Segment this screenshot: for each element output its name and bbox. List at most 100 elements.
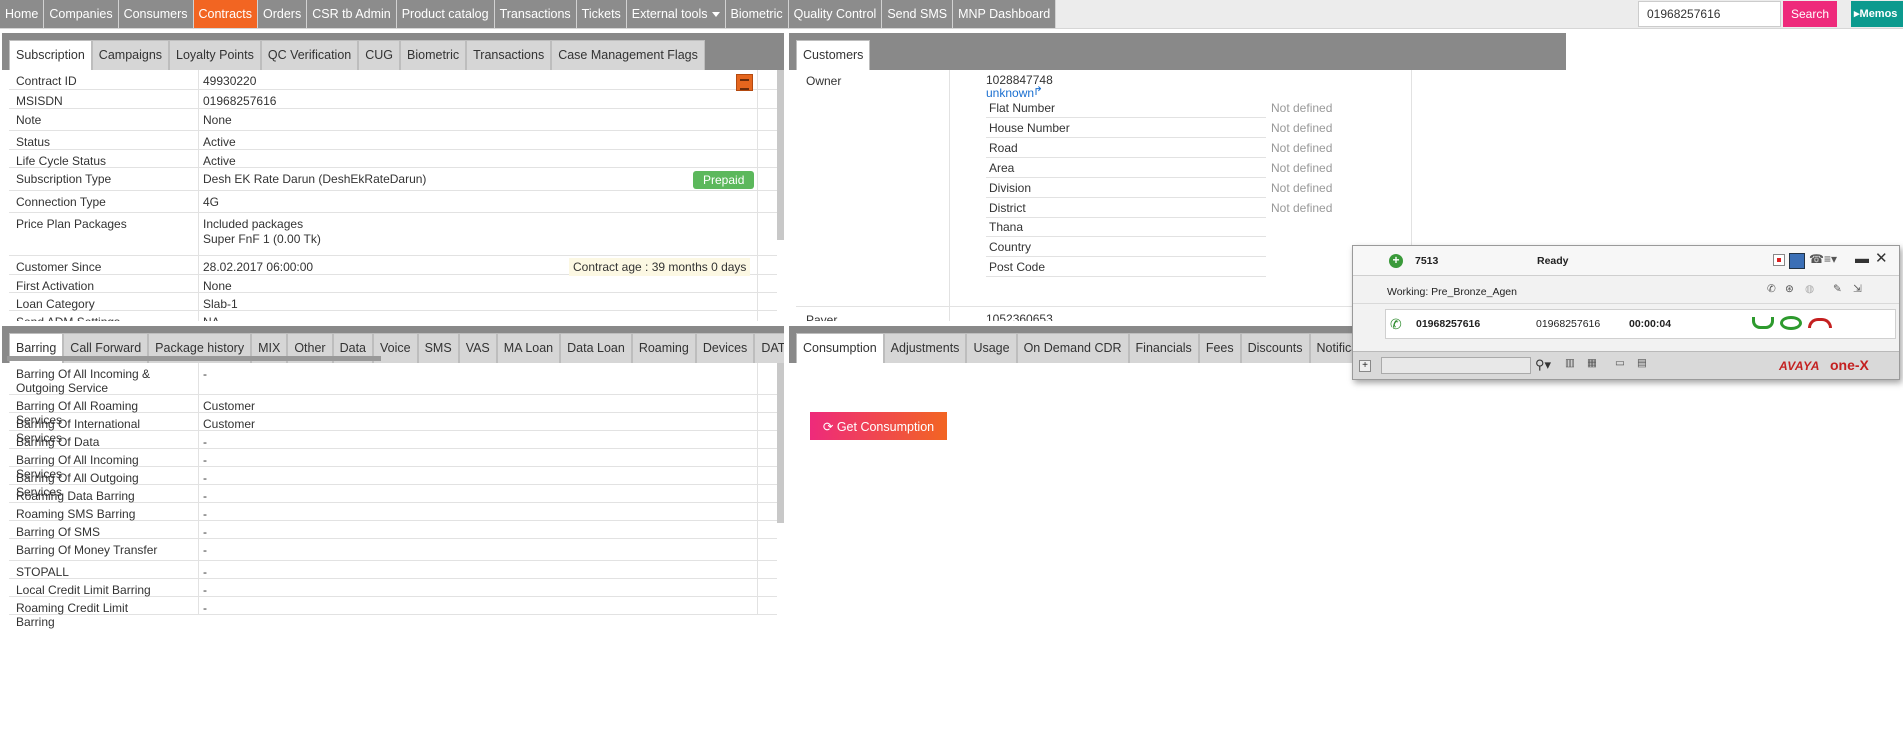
note-icon[interactable]: ✎ <box>1833 283 1842 295</box>
column-divider <box>198 168 199 190</box>
tab-transactions[interactable]: Transactions <box>466 40 552 70</box>
address-divider <box>986 136 1266 138</box>
tab-roaming[interactable]: Roaming <box>631 333 696 363</box>
column-divider <box>757 131 758 149</box>
barring-tabs-scroll[interactable] <box>7 356 381 361</box>
nav-item-biometric[interactable]: Biometric <box>725 0 789 28</box>
hold-icon[interactable] <box>1752 317 1774 329</box>
subscription-panel: Subscription Campaigns Loyalty Points QC Ve… <box>2 33 784 321</box>
conference-icon[interactable]: ⊛ <box>1785 283 1794 295</box>
tab-qc-verification[interactable]: QC Verification <box>260 40 359 70</box>
tab-cug[interactable]: CUG <box>358 40 401 70</box>
tab-campaigns[interactable]: Campaigns <box>91 40 170 70</box>
column-divider <box>757 109 758 130</box>
row-label: Loan Category <box>16 297 95 311</box>
column-divider <box>198 363 199 394</box>
tab-discounts[interactable]: Discounts <box>1240 333 1310 363</box>
window-icon[interactable]: ▭ <box>1615 357 1625 369</box>
history-icon[interactable]: ▤ <box>1637 357 1647 369</box>
nav-item-tickets[interactable]: Tickets <box>576 0 627 28</box>
tab-data-loan[interactable]: Data Loan <box>560 333 632 363</box>
nav-item-consumers[interactable]: Consumers <box>118 0 194 28</box>
search-button[interactable]: Search <box>1783 1 1837 27</box>
tab-sms[interactable]: SMS <box>417 333 459 363</box>
dial-search-icon[interactable]: ⚲▾ <box>1535 357 1551 373</box>
column-divider <box>198 256 199 274</box>
tab-loyalty-points[interactable]: Loyalty Points <box>169 40 261 70</box>
barring-row-barring-of-all-outgoing-services: Barring Of All Outgoing Services - <box>9 467 777 499</box>
expand-icon[interactable]: + <box>1359 360 1371 372</box>
customers-tabbar: Customers <box>789 33 1566 70</box>
detail-row-contract-id: Contract ID 49930220 <box>9 70 777 91</box>
nav-item-orders[interactable]: Orders <box>258 0 308 28</box>
tab-devices[interactable]: Devices <box>695 333 755 363</box>
redirect-icon: ↱ <box>1033 84 1044 98</box>
barring-row-stopall: STOPALL - <box>9 561 777 579</box>
nav-item-external-tools[interactable]: External tools <box>626 0 726 28</box>
detail-row-connection-type: Connection Type4GChange <box>9 191 777 213</box>
row-value-line: NA <box>203 315 220 321</box>
microphone-icon[interactable] <box>1789 253 1805 269</box>
contract-icon[interactable] <box>736 74 753 91</box>
address-divider <box>986 117 1266 118</box>
dial-input[interactable] <box>1381 357 1531 374</box>
row-label: Barring Of All Incoming & Outgoing Servi… <box>16 367 151 395</box>
row-label: Status <box>16 135 51 149</box>
owner-name-link[interactable]: unknown <box>986 86 1034 100</box>
tab-usage[interactable]: Usage <box>966 333 1017 363</box>
nav-item-companies[interactable]: Companies <box>44 0 119 28</box>
tab-adjustments[interactable]: Adjustments <box>883 333 967 363</box>
retrieve-icon[interactable] <box>1780 316 1802 330</box>
tab-customers[interactable]: Customers <box>796 40 871 70</box>
hang-up-icon[interactable] <box>1808 318 1832 328</box>
barring-scrollbar[interactable] <box>777 363 784 523</box>
top-navigation: Home Companies Consumers Contracts Orders CSR… <box>0 0 1903 29</box>
active-call-row[interactable]: ✆ 01968257616 01968257616 00:00:04 <box>1385 309 1896 339</box>
nav-item-quality-control[interactable]: Quality Control <box>788 0 883 28</box>
tab-data-social[interactable]: DATA SOCIAL <box>754 333 784 363</box>
contacts-icon[interactable]: ▥ <box>1565 357 1575 369</box>
nav-item-label: Tickets <box>581 7 621 21</box>
nav-item-send-sms[interactable]: Send SMS <box>882 0 954 28</box>
contract-age: Contract age : 39 months 0 days <box>569 258 751 276</box>
search-input[interactable] <box>1638 1 1781 27</box>
address-label-area: Area <box>989 160 1015 175</box>
tab-subscription[interactable]: Subscription <box>9 40 92 70</box>
barring-row-roaming-sms-barring: Roaming SMS Barring - <box>9 503 777 521</box>
tab-vas[interactable]: VAS <box>458 333 497 363</box>
nav-item-contracts[interactable]: Contracts <box>193 0 258 28</box>
nav-item-csr-tb-admin[interactable]: CSR tb Admin <box>307 0 397 28</box>
add-call-icon[interactable]: + <box>1389 254 1403 268</box>
minimize-icon[interactable]: ▬ <box>1855 250 1869 266</box>
tab-consumption[interactable]: Consumption <box>796 333 884 363</box>
dialpad-icon[interactable]: ▦ <box>1587 357 1597 369</box>
tab-financials[interactable]: Financials <box>1128 333 1199 363</box>
chat-icon[interactable]: ◍ <box>1805 283 1814 295</box>
row-value-line: 28.02.2017 06:00:00 <box>203 260 314 274</box>
tab-ma-loan[interactable]: MA Loan <box>496 333 561 363</box>
row-label: Barring Of SMS <box>16 525 101 539</box>
subscription-scrollbar[interactable] <box>777 70 784 240</box>
incoming-call-icon: ✆ <box>1390 316 1402 332</box>
memos-button[interactable]: ▸Memos <box>1851 1 1903 27</box>
get-consumption-button[interactable]: ⟳ Get Consumption <box>810 412 947 440</box>
address-divider <box>986 276 1266 278</box>
row-label: Barring Of Money Transfer <box>16 543 158 557</box>
tab-fees[interactable]: Fees <box>1198 333 1241 363</box>
row-value: Customer <box>203 417 256 431</box>
export-icon[interactable]: ⇲ <box>1853 283 1862 295</box>
tab-case-management-flags[interactable]: Case Management Flags <box>551 40 705 70</box>
tab-biometric[interactable]: Biometric <box>400 40 467 70</box>
stop-icon[interactable] <box>1773 254 1785 266</box>
nav-item-product-catalog[interactable]: Product catalog <box>396 0 495 28</box>
row-value-line: Slab-1 <box>203 297 238 311</box>
close-icon[interactable]: ✕ <box>1875 249 1888 267</box>
nav-item-home[interactable]: Home <box>0 0 45 28</box>
phone-settings-icon[interactable]: ☎≡▾ <box>1809 252 1837 266</box>
nav-item-mnp-dashboard[interactable]: MNP Dashboard <box>953 0 1057 28</box>
row-value-line: 01968257616 <box>203 94 277 108</box>
tab-on-demand-cdr[interactable]: On Demand CDR <box>1016 333 1129 363</box>
transfer-icon[interactable]: ✆ <box>1767 283 1776 295</box>
row-label: Barring Of Data <box>16 435 100 449</box>
nav-item-transactions[interactable]: Transactions <box>494 0 577 28</box>
